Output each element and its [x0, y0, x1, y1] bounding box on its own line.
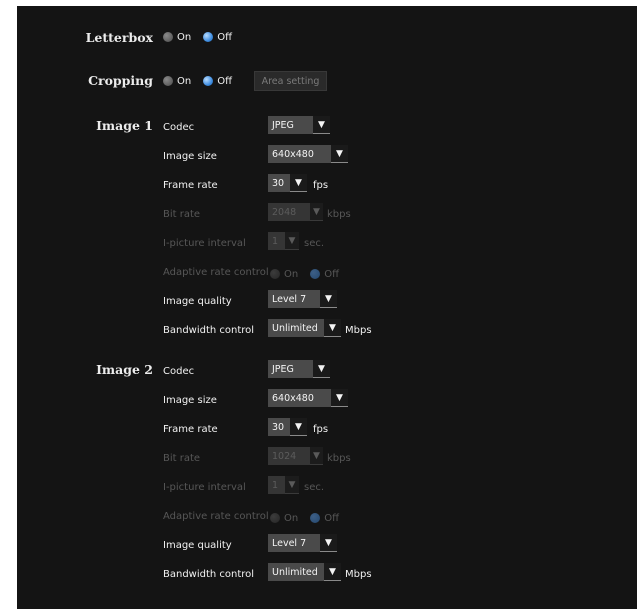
image2-bitrate-label: Bit rate [163, 453, 201, 464]
image1-adaptive-label: Adaptive rate control [163, 267, 269, 278]
chevron-down-icon: ▼ [310, 447, 323, 465]
image2-bitrate-select[interactable]: 1024 ▼ [268, 447, 323, 465]
image2-adaptive-off-label: Off [324, 512, 339, 524]
image1-size-value: 640x480 [268, 145, 331, 163]
image1-bitrate-unit: kbps [327, 209, 351, 220]
image1-bandwidth-select[interactable]: Unlimited ▼ [268, 319, 341, 337]
image2-framerate-value: 30 [268, 418, 290, 436]
image2-quality-label: Image quality [163, 540, 232, 551]
image1-framerate-unit: fps [313, 180, 329, 191]
image1-framerate-label: Frame rate [163, 180, 218, 191]
image1-ipicture-select[interactable]: 1 ▼ [268, 232, 299, 250]
image2-size-label: Image size [163, 395, 217, 406]
cropping-off-label: Off [217, 75, 232, 87]
image2-adaptive-on-label: On [284, 512, 299, 524]
image1-adaptive-off-label: Off [324, 268, 339, 280]
image1-quality-select[interactable]: Level 7 ▼ [268, 290, 337, 308]
chevron-down-icon: ▼ [285, 476, 299, 494]
cropping-radio-group: On Off [163, 71, 244, 91]
image1-codec-select[interactable]: JPEG ▼ [268, 116, 330, 134]
chevron-down-icon: ▼ [331, 145, 348, 163]
image2-ipicture-label: I-picture interval [163, 482, 246, 493]
image1-codec-label: Codec [163, 122, 195, 133]
image2-framerate-select[interactable]: 30 ▼ [268, 418, 307, 436]
image2-codec-value: JPEG [268, 360, 313, 378]
letterbox-on-label: On [177, 31, 192, 43]
image1-adaptive-on-radio[interactable] [270, 269, 280, 279]
chevron-down-icon: ▼ [313, 360, 330, 378]
cropping-label: Cropping [88, 73, 153, 88]
chevron-down-icon: ▼ [285, 232, 299, 250]
letterbox-off-radio[interactable] [203, 32, 214, 42]
letterbox-radio-group: On Off [163, 27, 244, 47]
chevron-down-icon: ▼ [320, 534, 337, 552]
cropping-on-radio[interactable] [163, 76, 173, 86]
image1-ipicture-unit: sec. [304, 238, 325, 249]
chevron-down-icon: ▼ [290, 174, 307, 192]
image2-bitrate-unit: kbps [327, 453, 351, 464]
image2-bitrate-value: 1024 [268, 447, 310, 465]
image1-adaptive-on-label: On [284, 268, 299, 280]
cropping-off-radio[interactable] [203, 76, 214, 86]
image1-adaptive-radio-group: On Off [270, 264, 351, 284]
image2-title: Image 2 [96, 362, 153, 377]
image2-adaptive-label: Adaptive rate control [163, 511, 269, 522]
image2-bandwidth-value: Unlimited [268, 563, 324, 581]
chevron-down-icon: ▼ [320, 290, 337, 308]
letterbox-off-label: Off [217, 31, 232, 43]
image2-framerate-label: Frame rate [163, 424, 218, 435]
letterbox-on-radio[interactable] [163, 32, 173, 42]
image2-quality-value: Level 7 [268, 534, 320, 552]
chevron-down-icon: ▼ [324, 563, 341, 581]
image1-bandwidth-unit: Mbps [345, 325, 372, 336]
image2-ipicture-unit: sec. [304, 482, 325, 493]
area-setting-button[interactable]: Area setting [254, 71, 327, 91]
image2-size-value: 640x480 [268, 389, 331, 407]
image1-size-select[interactable]: 640x480 ▼ [268, 145, 348, 163]
image2-codec-label: Codec [163, 366, 195, 377]
chevron-down-icon: ▼ [290, 418, 307, 436]
image1-codec-value: JPEG [268, 116, 313, 134]
image2-bandwidth-label: Bandwidth control [163, 569, 255, 580]
image2-quality-select[interactable]: Level 7 ▼ [268, 534, 337, 552]
image2-adaptive-off-radio[interactable] [310, 513, 321, 523]
image2-size-select[interactable]: 640x480 ▼ [268, 389, 348, 407]
letterbox-label: Letterbox [85, 30, 153, 45]
image2-ipicture-value: 1 [268, 476, 285, 494]
image1-bitrate-select[interactable]: 2048 ▼ [268, 203, 323, 221]
cropping-on-label: On [177, 75, 192, 87]
chevron-down-icon: ▼ [310, 203, 323, 221]
image2-framerate-unit: fps [313, 424, 329, 435]
image1-ipicture-label: I-picture interval [163, 238, 246, 249]
image1-size-label: Image size [163, 151, 217, 162]
chevron-down-icon: ▼ [313, 116, 330, 134]
image1-framerate-select[interactable]: 30 ▼ [268, 174, 307, 192]
image1-bandwidth-value: Unlimited [268, 319, 324, 337]
image1-adaptive-off-radio[interactable] [310, 269, 321, 279]
image2-adaptive-radio-group: On Off [270, 508, 351, 528]
image1-title: Image 1 [96, 118, 153, 133]
image1-quality-label: Image quality [163, 296, 232, 307]
image2-bandwidth-select[interactable]: Unlimited ▼ [268, 563, 341, 581]
image1-bitrate-value: 2048 [268, 203, 310, 221]
image2-codec-select[interactable]: JPEG ▼ [268, 360, 330, 378]
image2-bandwidth-unit: Mbps [345, 569, 372, 580]
chevron-down-icon: ▼ [331, 389, 348, 407]
image1-bandwidth-label: Bandwidth control [163, 325, 255, 336]
chevron-down-icon: ▼ [324, 319, 341, 337]
image2-ipicture-select[interactable]: 1 ▼ [268, 476, 299, 494]
image1-framerate-value: 30 [268, 174, 290, 192]
image1-bitrate-label: Bit rate [163, 209, 201, 220]
image1-quality-value: Level 7 [268, 290, 320, 308]
image1-ipicture-value: 1 [268, 232, 285, 250]
image2-adaptive-on-radio[interactable] [270, 513, 280, 523]
